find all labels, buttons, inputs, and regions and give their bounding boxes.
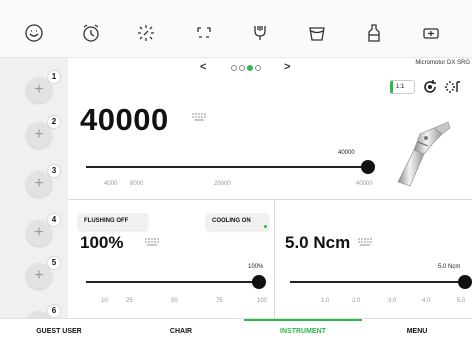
program-slot-5[interactable]: + 5	[26, 257, 60, 289]
speed-slider-value: 40000	[338, 150, 355, 156]
battery-icon[interactable]	[420, 22, 442, 44]
motor-model-label: Micromotor DX SRG	[415, 60, 470, 66]
torque-slider-track[interactable]	[290, 281, 462, 283]
keyboard-icon[interactable]	[358, 238, 372, 247]
torque-slider-value: 5.0 Ncm	[438, 264, 461, 270]
speed-value[interactable]: 40000	[80, 102, 169, 138]
speed-tick: 4000	[104, 181, 118, 187]
program-number: 3	[48, 165, 60, 177]
flushing-tick: 100	[257, 298, 268, 304]
program-slot-4[interactable]: + 4	[26, 214, 60, 246]
flushing-tick: 75	[216, 298, 223, 304]
program-number: 1	[48, 71, 60, 83]
sun-light-icon[interactable]	[135, 22, 157, 44]
bottom-navigation: GUEST USER CHAIR INSTRUMENT MENU	[0, 318, 472, 344]
speed-tick: 40000	[356, 181, 373, 187]
program-sidebar: + 1 + 2 + 3 + 4 + 5 + 6	[0, 58, 68, 318]
flushing-slider-track[interactable]	[86, 281, 258, 283]
program-number: 6	[48, 305, 60, 317]
torque-tick: 4.0	[422, 298, 431, 304]
cup-icon[interactable]	[306, 22, 328, 44]
gear-ratio-selector[interactable]: 1:1	[390, 80, 415, 94]
page-dot-active[interactable]	[247, 65, 253, 71]
nav-guest-user[interactable]: GUEST USER	[0, 319, 118, 344]
plus-icon: +	[34, 267, 44, 284]
program-number: 4	[48, 214, 60, 226]
plus-icon: +	[34, 81, 44, 98]
program-slot-6[interactable]: + 6	[26, 305, 60, 318]
program-number: 5	[48, 257, 60, 269]
program-slot-3[interactable]: + 3	[26, 165, 60, 197]
next-page-button[interactable]: >	[284, 61, 290, 73]
headset-icon[interactable]	[193, 22, 215, 44]
torque-slider-knob[interactable]	[458, 275, 472, 289]
cooling-toggle-button[interactable]: COOLING ON	[206, 213, 269, 230]
nav-menu[interactable]: MENU	[362, 319, 472, 344]
alarm-clock-icon[interactable]	[80, 22, 102, 44]
bottle-icon[interactable]	[363, 22, 385, 44]
keyboard-icon[interactable]	[192, 113, 206, 122]
torque-tick: 2.0	[352, 298, 361, 304]
page-indicator: < > Micromotor DX SRG	[68, 58, 472, 80]
page-dot[interactable]	[239, 65, 245, 71]
prev-page-button[interactable]: <	[200, 61, 206, 73]
smile-face-icon[interactable]	[23, 22, 45, 44]
rotation-direction-icon[interactable]	[422, 79, 438, 95]
torque-tick: 5.0	[457, 298, 466, 304]
program-slot-1[interactable]: + 1	[26, 71, 60, 103]
plus-icon: +	[34, 126, 44, 143]
program-slot-2[interactable]: + 2	[26, 116, 60, 148]
flushing-tick: 10	[101, 298, 108, 304]
flushing-toggle-button[interactable]: FLUSHING OFF	[78, 213, 148, 230]
speed-slider-track[interactable]	[86, 166, 368, 168]
cooling-toggle-label: COOLING ON	[212, 218, 251, 224]
light-settings-icon[interactable]	[444, 79, 460, 95]
handpiece-image	[397, 121, 451, 187]
plus-icon: +	[34, 224, 44, 241]
torque-tick: 3.0	[388, 298, 397, 304]
plus-icon: +	[34, 175, 44, 192]
speed-tick: 8000	[130, 181, 144, 187]
flushing-tick: 50	[171, 298, 178, 304]
page-dot[interactable]	[231, 65, 237, 71]
keyboard-icon[interactable]	[145, 238, 159, 247]
speed-slider-knob[interactable]	[361, 160, 375, 174]
nav-instrument[interactable]: INSTRUMENT	[244, 319, 362, 344]
horizontal-divider	[68, 199, 472, 200]
flushing-toggle-label: FLUSHING OFF	[84, 218, 129, 224]
flushing-value[interactable]: 100%	[80, 233, 123, 253]
speed-tick: 20000	[214, 181, 231, 187]
flushing-slider-value: 100%	[248, 264, 264, 270]
flushing-tick: 25	[126, 298, 133, 304]
torque-value[interactable]: 5.0 Ncm	[285, 233, 350, 253]
torque-tick: 1.0	[321, 298, 330, 304]
vertical-divider	[274, 199, 275, 318]
spray-icon[interactable]	[249, 22, 271, 44]
page-dot[interactable]	[255, 65, 261, 71]
flushing-slider-knob[interactable]	[252, 275, 266, 289]
program-number: 2	[48, 116, 60, 128]
status-indicator-dot	[264, 225, 267, 228]
nav-chair[interactable]: CHAIR	[118, 319, 244, 344]
top-toolbar	[0, 0, 472, 58]
instrument-panel: < > Micromotor DX SRG 40000 1:1 40000 40…	[68, 58, 472, 318]
